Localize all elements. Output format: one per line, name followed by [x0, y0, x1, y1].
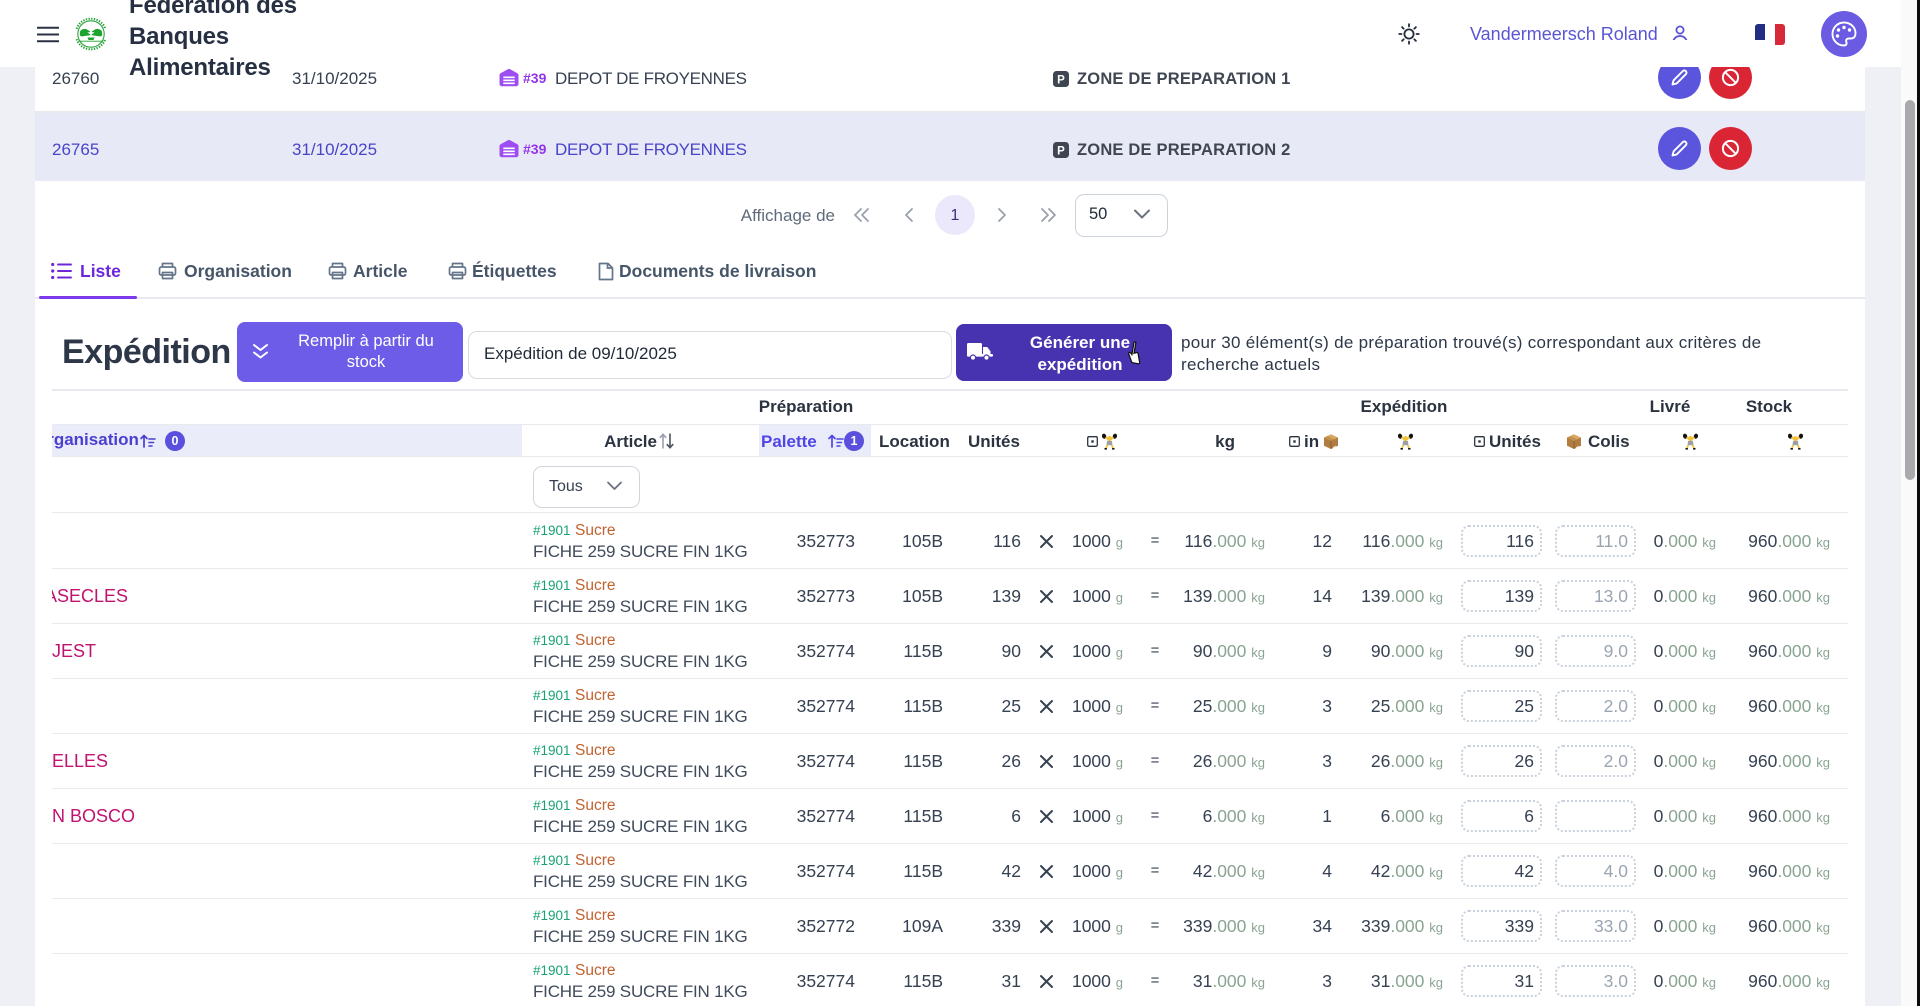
svg-text:P: P [1057, 145, 1065, 157]
svg-text:P: P [1057, 74, 1065, 86]
